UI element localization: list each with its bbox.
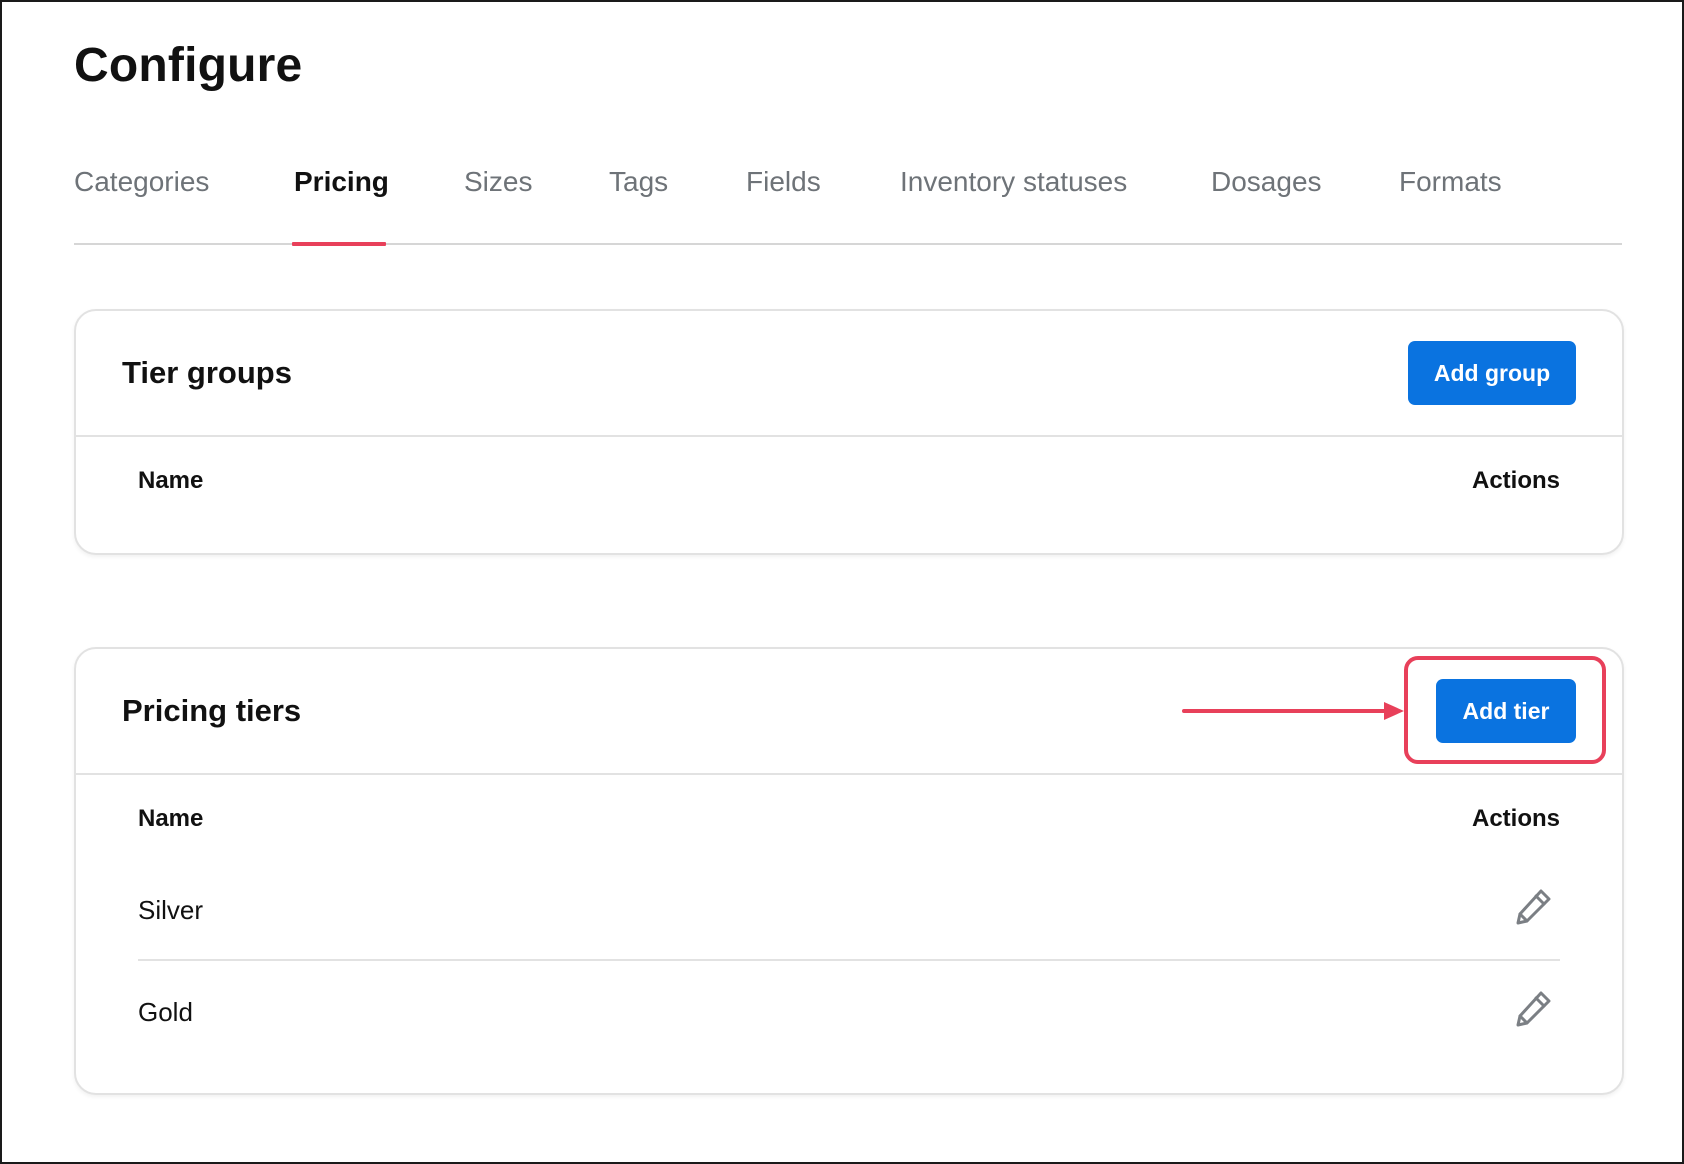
- tier-groups-card: Tier groups Add group Name Actions: [74, 309, 1624, 555]
- annotation-arrow-icon: [1182, 702, 1404, 720]
- pricing-tiers-name-column-header: Name: [138, 805, 204, 832]
- tier-groups-name-column-header: Name: [138, 467, 204, 494]
- tier-groups-title: Tier groups: [122, 355, 292, 390]
- tier-groups-header: Tier groups Add group: [76, 311, 1622, 437]
- page-title: Configure: [74, 39, 303, 92]
- tab-inventory-statuses[interactable]: Inventory statuses: [900, 166, 1127, 198]
- pencil-icon[interactable]: [1514, 886, 1554, 926]
- active-tab-indicator: [292, 242, 386, 246]
- tab-dosages[interactable]: Dosages: [1211, 166, 1322, 198]
- tab-tags[interactable]: Tags: [609, 166, 668, 198]
- tab-pricing[interactable]: Pricing: [294, 166, 389, 198]
- pricing-tiers-actions-column-header: Actions: [1471, 805, 1560, 832]
- tab-formats[interactable]: Formats: [1399, 166, 1502, 198]
- tab-fields[interactable]: Fields: [746, 166, 821, 198]
- tab-bar: Categories Pricing Sizes Tags Fields Inv…: [74, 150, 1622, 246]
- tier-groups-actions-column-header: Actions: [1471, 467, 1560, 494]
- pricing-tiers-title: Pricing tiers: [122, 693, 302, 728]
- tier-name-silver: Silver: [138, 895, 204, 925]
- tab-categories[interactable]: Categories: [74, 166, 209, 198]
- add-tier-highlight-box: [1404, 656, 1606, 764]
- row-divider: [138, 959, 1560, 961]
- pencil-icon[interactable]: [1514, 988, 1554, 1028]
- tab-sizes[interactable]: Sizes: [464, 166, 532, 198]
- add-group-button[interactable]: Add group: [1408, 341, 1576, 405]
- tier-name-gold: Gold: [138, 997, 193, 1027]
